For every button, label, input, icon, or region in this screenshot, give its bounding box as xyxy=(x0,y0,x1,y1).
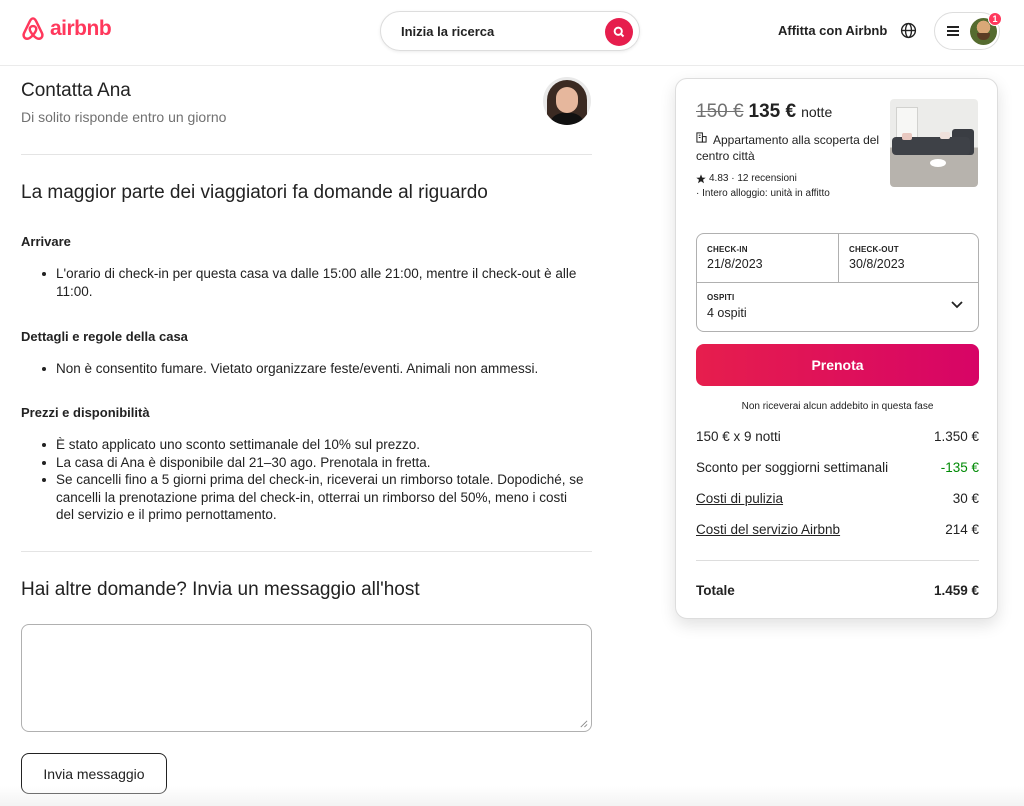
price-line-service-fee: Costi del servizio Airbnb 214 € xyxy=(696,522,979,537)
logo-text: airbnb xyxy=(50,17,112,40)
price-line-label: 150 € x 9 notti xyxy=(696,429,781,444)
top-header: airbnb Inizia la ricerca Affitta con Air… xyxy=(0,0,1024,66)
price-line-amount: 214 € xyxy=(945,522,979,537)
resize-handle-icon[interactable] xyxy=(579,719,588,728)
chevron-down-icon xyxy=(951,301,963,309)
price-line-amount: 30 € xyxy=(952,491,979,506)
price-line-cleaning: Costi di pulizia 30 € xyxy=(696,491,979,506)
contact-host-title: Contatta Ana xyxy=(21,80,131,101)
faq-title: La maggior parte dei viaggiatori fa doma… xyxy=(21,182,488,203)
total-row: Totale 1.459 € xyxy=(696,583,979,598)
menu-icon xyxy=(947,26,959,36)
guests-value: 4 ospiti xyxy=(707,306,747,320)
divider xyxy=(21,154,592,155)
rating-text: 4.83 · 12 recensioni xyxy=(709,173,797,184)
list-item: Se cancelli fino a 5 giorni prima del ch… xyxy=(42,471,586,524)
host-response-time: Di solito risponde entro un giorno xyxy=(21,109,227,125)
price-row: 150 € 135 € notte xyxy=(696,101,832,123)
list-item: È stato applicato uno sconto settimanale… xyxy=(42,436,586,454)
listing-type: · Intero alloggio: unità in affitto xyxy=(696,188,830,199)
dates-guests-picker: CHECK-IN 21/8/2023 CHECK-OUT 30/8/2023 O… xyxy=(696,233,979,332)
original-price: 150 € xyxy=(696,101,744,122)
price-line-weekly-discount: Sconto per soggiorni settimanali -135 € xyxy=(696,460,979,475)
host-your-home-link[interactable]: Affitta con Airbnb xyxy=(778,23,887,38)
checkin-label: CHECK-IN xyxy=(707,245,748,254)
listing-thumbnail[interactable] xyxy=(890,99,978,187)
host-avatar[interactable] xyxy=(543,77,591,125)
cleaning-fee-link[interactable]: Costi di pulizia xyxy=(696,491,783,506)
section-title-arrival: Arrivare xyxy=(21,234,71,249)
price-line-nights: 150 € x 9 notti 1.350 € xyxy=(696,429,979,444)
per-night-label: notte xyxy=(801,104,833,120)
globe-icon[interactable] xyxy=(900,22,917,39)
list-item: Non è consentito fumare. Vietato organiz… xyxy=(42,360,586,378)
search-bar[interactable]: Inizia la ricerca xyxy=(380,11,640,51)
notification-badge: 1 xyxy=(988,12,1002,26)
listing-name: Appartamento alla scoperta del centro ci… xyxy=(696,133,880,163)
price-line-amount: 1.350 € xyxy=(933,429,979,444)
listing-rating: 4.83 · 12 recensioni xyxy=(696,173,797,184)
checkin-value: 21/8/2023 xyxy=(707,257,763,271)
price-line-label: Sconto per soggiorni settimanali xyxy=(696,460,889,475)
house-rules-list: Non è consentito fumare. Vietato organiz… xyxy=(42,360,586,378)
service-fee-link[interactable]: Costi del servizio Airbnb xyxy=(696,522,840,537)
message-host-title: Hai altre domande? Invia un messaggio al… xyxy=(21,579,420,600)
checkout-field[interactable]: CHECK-OUT 30/8/2023 xyxy=(839,234,980,282)
checkout-label: CHECK-OUT xyxy=(849,245,899,254)
booking-card: 150 € 135 € notte Appartamento alla scop… xyxy=(675,78,998,619)
user-menu-button[interactable]: 1 xyxy=(934,12,1002,50)
checkin-field[interactable]: CHECK-IN 21/8/2023 xyxy=(697,234,838,282)
no-charge-note: Non riceverai alcun addebito in questa f… xyxy=(741,401,934,412)
total-amount: 1.459 € xyxy=(933,583,979,598)
search-icon xyxy=(613,26,625,38)
discounted-price: 135 € xyxy=(748,101,797,122)
list-item: La casa di Ana è disponibile dal 21–30 a… xyxy=(42,454,586,472)
pricing-list: È stato applicato uno sconto settimanale… xyxy=(42,436,586,524)
arrival-list: L'orario di check-in per questa casa va … xyxy=(42,265,586,300)
page-bottom-shadow xyxy=(0,786,1024,806)
price-line-amount: -135 € xyxy=(940,460,979,475)
divider xyxy=(21,551,592,552)
search-button[interactable] xyxy=(605,18,633,46)
reserve-button[interactable]: Prenota xyxy=(696,344,979,386)
total-label: Totale xyxy=(696,583,735,598)
airbnb-logo-icon xyxy=(22,17,44,40)
guests-field[interactable]: OSPITI 4 ospiti xyxy=(697,283,980,333)
section-title-pricing: Prezzi e disponibilità xyxy=(21,405,150,420)
guests-label: OSPITI xyxy=(707,293,735,302)
search-label: Inizia la ricerca xyxy=(401,24,495,39)
checkout-value: 30/8/2023 xyxy=(849,257,905,271)
section-title-house-rules: Dettagli e regole della casa xyxy=(21,329,188,344)
airbnb-logo[interactable]: airbnb xyxy=(20,15,112,43)
divider xyxy=(696,560,979,561)
message-textarea[interactable] xyxy=(21,624,592,732)
star-icon xyxy=(696,173,706,183)
list-item: L'orario di check-in per questa casa va … xyxy=(42,265,586,300)
